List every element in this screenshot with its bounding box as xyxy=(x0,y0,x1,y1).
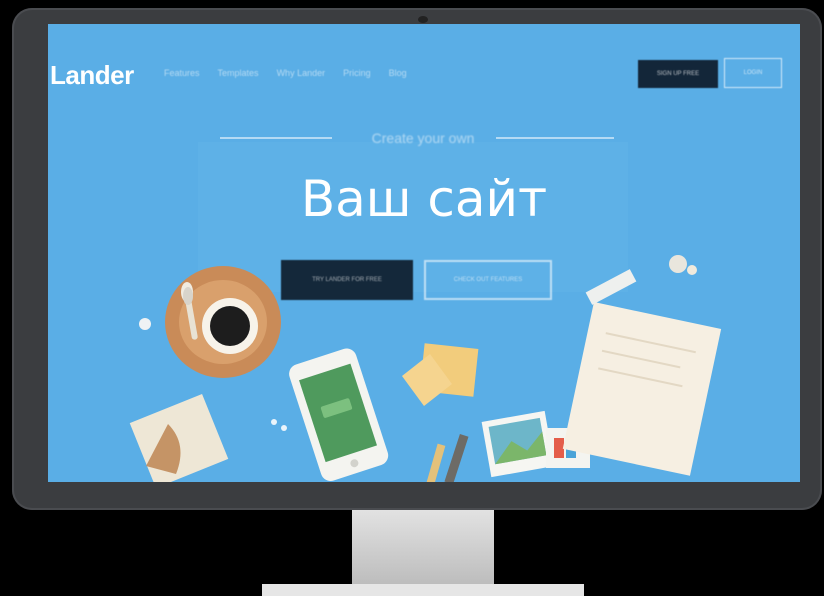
nav-link-templates[interactable]: Templates xyxy=(218,68,259,78)
login-button[interactable]: LOGIN xyxy=(724,58,782,88)
site-nav: Features Templates Why Lander Pricing Bl… xyxy=(164,68,407,78)
coffee-cup-icon xyxy=(165,266,281,378)
monitor-stand-neck xyxy=(352,510,494,584)
signup-button[interactable]: SIGN UP FREE xyxy=(638,60,718,88)
webcam-icon xyxy=(418,16,428,23)
notebook-icon xyxy=(129,393,229,482)
try-free-button[interactable]: TRY LANDER FOR FREE xyxy=(281,260,413,300)
sticky-notes-icon xyxy=(402,343,479,406)
site-logo[interactable]: Lander xyxy=(50,60,134,91)
nav-link-blog[interactable]: Blog xyxy=(389,68,407,78)
phone-icon xyxy=(289,348,389,481)
nav-link-features[interactable]: Features xyxy=(164,68,200,78)
paper-sheet-icon xyxy=(562,302,722,476)
photo-icon xyxy=(481,410,555,478)
tagline-divider-right xyxy=(496,137,614,139)
nav-link-why-lander[interactable]: Why Lander xyxy=(277,68,326,78)
monitor-screen: Lander Features Templates Why Lander Pri… xyxy=(48,24,800,482)
hero-tagline: Create your own xyxy=(371,130,475,146)
nav-link-pricing[interactable]: Pricing xyxy=(343,68,371,78)
features-button[interactable]: CHECK OUT FEATURES xyxy=(424,260,552,300)
hero-title: Ваш сайт xyxy=(300,170,548,228)
site-header: Lander Features Templates Why Lander Pri… xyxy=(48,24,800,124)
tagline-divider-left xyxy=(220,137,332,139)
monitor-stand-base xyxy=(262,584,584,596)
